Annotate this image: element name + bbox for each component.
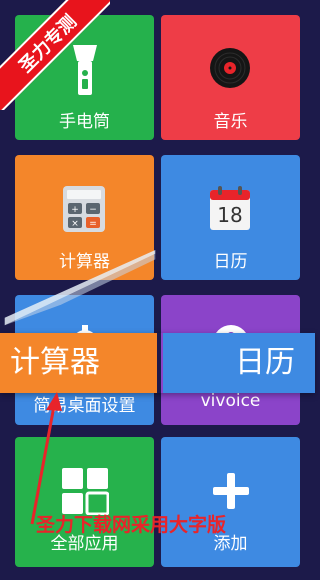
plus-icon [213, 473, 249, 509]
svg-text:−: − [89, 205, 97, 215]
tile-add[interactable]: 添加 [161, 437, 300, 567]
zoom-right-label: 日历 [235, 345, 295, 380]
tile-label: vivoice [200, 391, 261, 411]
app-grid-icon [62, 468, 109, 515]
calculator-icon: + − × = [63, 186, 105, 232]
zoom-left-panel: 计算器 [0, 333, 157, 393]
svg-text:+: + [71, 205, 79, 215]
zoom-cone [4, 250, 156, 326]
tile-label: 手电筒 [59, 112, 110, 132]
calendar-day: 18 [217, 203, 243, 227]
tile-calendar[interactable]: 18 日历 [161, 155, 300, 280]
svg-text:×: × [71, 219, 79, 229]
svg-text:=: = [89, 219, 97, 229]
zoom-bar: 计算器 日历 [0, 333, 315, 393]
corner-ribbon: 圣力专测 [0, 0, 110, 110]
watermark-text: 圣力下载网采用大字版 [36, 514, 227, 536]
zoom-left-label: 计算器 [10, 345, 100, 380]
vinyl-record-icon [210, 48, 250, 88]
ribbon-text: 圣力专测 [0, 0, 110, 110]
tile-label: 日历 [213, 252, 248, 272]
tile-label: 音乐 [213, 112, 248, 132]
tile-music[interactable]: 音乐 [161, 15, 300, 140]
zoom-right-panel: 日历 [163, 333, 315, 393]
